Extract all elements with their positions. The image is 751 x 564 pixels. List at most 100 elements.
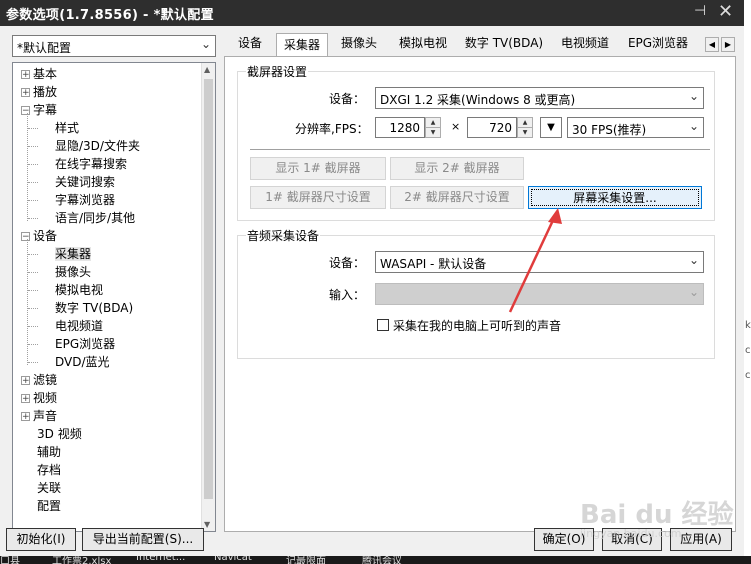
tree-item[interactable]: − 字幕 [21, 101, 57, 119]
height-stepper[interactable]: ▲ ▼ [517, 117, 533, 138]
pin-icon[interactable]: ⊣ [694, 3, 706, 19]
expand-icon[interactable]: + [21, 412, 30, 422]
audio-device-value: WASAPI - 默认设备 [380, 257, 487, 271]
tree-guide-line [28, 362, 38, 363]
capturer-1-size-button[interactable]: 1# 截屏器尺寸设置 [250, 186, 386, 209]
tree-item[interactable]: + 声音 [21, 407, 57, 425]
tree-item[interactable]: 模拟电视 [55, 281, 103, 299]
export-config-button[interactable]: 导出当前配置(S)... [82, 528, 204, 551]
tree-item[interactable]: 样式 [55, 119, 79, 137]
expand-icon[interactable]: + [21, 394, 30, 404]
audio-input-select[interactable]: ⌄ [375, 283, 704, 305]
tab[interactable]: 数字 TV(BDA) [462, 34, 546, 54]
tree-item[interactable]: 采集器 [55, 245, 92, 263]
tab[interactable]: 设备 [232, 34, 268, 54]
tree-item[interactable]: 显隐/3D/文件夹 [55, 137, 140, 155]
tab-scroll-right-icon[interactable]: ▶ [721, 37, 735, 52]
tree-item[interactable]: − 设备 [21, 227, 57, 245]
tree-item-label: 样式 [55, 121, 80, 135]
width-stepper[interactable]: ▲ ▼ [425, 117, 441, 138]
profile-select[interactable]: *默认配置 ⌄ [12, 35, 216, 57]
tree-item[interactable]: DVD/蓝光 [55, 353, 110, 371]
resolution-label: 分辨率,FPS： [295, 122, 369, 136]
tree-item[interactable]: 数字 TV(BDA) [55, 299, 133, 317]
window-title: 参数选项(1.7.8556) - *默认配置 [6, 8, 214, 23]
tree-item[interactable]: 摄像头 [55, 263, 91, 281]
taskbar-item[interactable]: Navicat [214, 556, 252, 563]
tab[interactable]: 摄像头 [334, 34, 384, 54]
title-bar[interactable]: 参数选项(1.7.8556) - *默认配置 ⊣ ✕ [0, 0, 744, 26]
resolution-preset-button[interactable]: ▼ [540, 117, 562, 138]
init-button[interactable]: 初始化(I) [6, 528, 76, 551]
fps-select[interactable]: 30 FPS(推荐) ⌄ [567, 117, 704, 138]
width-input[interactable]: 1280 [375, 117, 425, 138]
scroll-down-icon[interactable]: ▼ [204, 520, 210, 529]
tree-item[interactable]: 3D 视频 [21, 425, 82, 443]
tree-item[interactable]: + 滤镜 [21, 371, 57, 389]
tree-item-label: 显隐/3D/文件夹 [55, 139, 140, 153]
show-capturer-1-button[interactable]: 显示 1# 截屏器 [250, 157, 386, 180]
audio-device-select[interactable]: WASAPI - 默认设备 ⌄ [375, 251, 704, 273]
taskbar-item[interactable]: 记最限面 [286, 556, 326, 564]
tab[interactable]: 电视频道 [554, 34, 616, 54]
tree-item[interactable]: 关联 [21, 479, 61, 497]
capture-device-select[interactable]: DXGI 1.2 采集(Windows 8 或更高) ⌄ [375, 87, 704, 109]
group-title: 截屏器设置 [246, 63, 309, 80]
spin-up-icon[interactable]: ▲ [426, 118, 440, 127]
tree-scrollbar[interactable]: ▲ ▼ [201, 63, 215, 531]
tab[interactable]: 模拟电视 [392, 34, 454, 54]
tree-item[interactable]: 关键词搜索 [55, 173, 115, 191]
tree-item-label: 声音 [33, 409, 58, 423]
expand-icon[interactable]: + [21, 88, 30, 98]
scroll-up-icon[interactable]: ▲ [204, 65, 210, 74]
tab-scroll-left-icon[interactable]: ◀ [705, 37, 719, 52]
taskbar-item[interactable]: 工作票2.xlsx [52, 556, 111, 564]
loopback-checkbox[interactable] [377, 319, 389, 331]
expand-icon[interactable]: + [21, 70, 30, 80]
tree-item[interactable]: + 基本 [21, 65, 57, 83]
tab[interactable]: EPG浏览器 [624, 34, 692, 54]
screen-capture-settings-button[interactable]: 屏幕采集设置... [528, 186, 702, 209]
tree-item[interactable]: 辅助 [21, 443, 61, 461]
watermark-text: Bai du 经验 [580, 500, 734, 530]
loopback-label[interactable]: 采集在我的电脑上可听到的声音 [393, 317, 561, 334]
tree-guide-line [28, 290, 38, 291]
separator [250, 149, 710, 150]
fps-value: 30 FPS(推荐) [572, 123, 647, 137]
tree-item-label: 存档 [37, 463, 62, 477]
chevron-down-icon: ⌄ [688, 285, 699, 299]
height-input[interactable]: 720 [467, 117, 517, 138]
scrollbar-thumb[interactable] [204, 79, 213, 499]
show-capturer-2-button[interactable]: 显示 2# 截屏器 [390, 157, 524, 180]
spin-up-icon[interactable]: ▲ [518, 118, 532, 127]
expand-icon[interactable]: + [21, 376, 30, 386]
chevron-down-icon: ⌄ [688, 89, 699, 103]
tree-item[interactable]: + 播放 [21, 83, 57, 101]
tree-item[interactable]: 语言/同步/其他 [55, 209, 135, 227]
collapse-icon[interactable]: − [21, 232, 30, 242]
tree-item-label: 播放 [33, 85, 58, 99]
collapse-icon[interactable]: − [21, 106, 30, 116]
tree-item[interactable]: + 视频 [21, 389, 57, 407]
capturer-2-size-button[interactable]: 2# 截屏器尺寸设置 [390, 186, 524, 209]
baidu-watermark: Bai du 经验 jingyan.baidu.com [580, 494, 734, 540]
screen-capture-group: 截屏器设置 设备： DXGI 1.2 采集(Windows 8 或更高) ⌄ 分… [237, 63, 715, 221]
close-icon[interactable]: ✕ [718, 1, 733, 22]
tree-item[interactable]: 字幕浏览器 [55, 191, 115, 209]
tree-item-label: 字幕 [33, 103, 58, 117]
settings-tree[interactable]: ▲ ▼ + 基本 + 播放 − 字幕 样式 显隐/3D/文件夹 在线字幕搜索 关键词搜索 字幕浏览器… [12, 62, 216, 532]
group-title: 音频采集设备 [246, 227, 321, 244]
tree-item[interactable]: 存档 [21, 461, 61, 479]
tree-item[interactable]: EPG浏览器 [55, 335, 115, 353]
spin-down-icon[interactable]: ▼ [426, 127, 440, 137]
tree-item[interactable]: 在线字幕搜索 [55, 155, 127, 173]
taskbar-item[interactable]: Internet... [136, 556, 185, 563]
taskbar-item[interactable]: 腾讯会议 [362, 556, 402, 564]
tree-item-label: 语言/同步/其他 [55, 211, 136, 225]
tree-guide-line [28, 128, 38, 129]
tree-item[interactable]: 电视频道 [55, 317, 103, 335]
taskbar-item[interactable]: 口县 [0, 556, 20, 564]
tree-item[interactable]: 配置 [21, 497, 61, 515]
tab[interactable]: 采集器 [276, 33, 328, 56]
spin-down-icon[interactable]: ▼ [518, 127, 532, 137]
